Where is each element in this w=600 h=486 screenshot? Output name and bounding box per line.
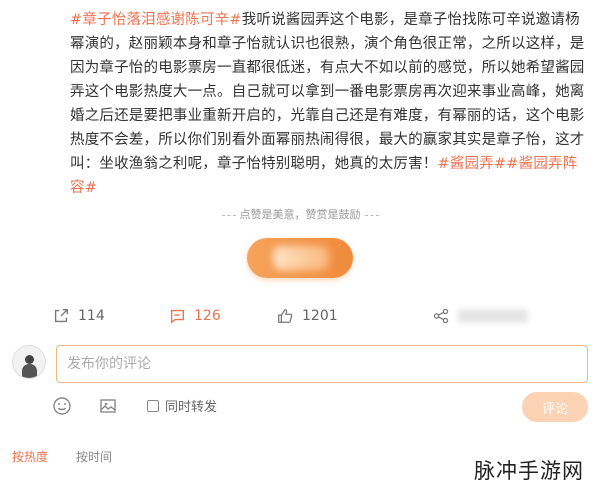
comment-button[interactable]: 126: [168, 303, 221, 329]
sort-by-hot-tab[interactable]: 按热度: [12, 448, 48, 465]
watermark: 脉冲手游网: [474, 459, 584, 483]
reward-note-text: 点赞是美意，赞赏是鼓励: [239, 208, 361, 221]
comment-sort: 按热度 按时间: [12, 448, 140, 465]
post-text: 我听说酱园弄这个电影，是章子怡找陈可辛说邀请杨幂演的，赵丽颖本身和章子怡就认识也…: [70, 12, 585, 172]
more-share-button[interactable]: [432, 303, 528, 329]
comment-input[interactable]: [56, 345, 588, 383]
emoji-button[interactable]: [52, 396, 72, 416]
image-icon: [100, 399, 116, 413]
divider-left: [221, 214, 236, 216]
also-repost-checkbox[interactable]: [147, 399, 159, 412]
avatar[interactable]: [12, 345, 46, 379]
smiley-icon: [53, 397, 71, 415]
comment-count: 126: [194, 308, 221, 324]
sort-by-time-tab[interactable]: 按时间: [76, 448, 112, 465]
share-nodes-icon: [433, 308, 449, 324]
image-button[interactable]: [98, 396, 118, 416]
comment-icon: [170, 309, 184, 324]
thumbs-up-icon: [278, 309, 293, 323]
also-repost-option[interactable]: 同时转发: [147, 396, 217, 415]
avatar-body: [22, 364, 37, 378]
share-count: 114: [78, 308, 105, 324]
reward-button[interactable]: [247, 238, 353, 278]
blurred-text: [458, 309, 528, 323]
like-count: 1201: [302, 308, 338, 324]
share-icon: [54, 309, 68, 323]
comment-tools: 同时转发: [0, 396, 600, 420]
avatar-head: [25, 355, 34, 364]
submit-comment-button[interactable]: 评论: [522, 392, 588, 422]
like-button[interactable]: 1201: [276, 303, 338, 329]
hashtag-link[interactable]: #章子怡落泪感谢陈可辛#: [70, 12, 242, 28]
action-bar: 114 126 1201: [0, 303, 600, 329]
reward-button-label-blurred: [273, 246, 329, 270]
post-content: #章子怡落泪感谢陈可辛#我听说酱园弄这个电影，是章子怡找陈可辛说邀请杨幂演的，赵…: [70, 8, 590, 200]
divider-right: [364, 214, 379, 216]
reward-note: 点赞是美意，赞赏是鼓励: [0, 206, 600, 222]
also-repost-label: 同时转发: [165, 400, 218, 415]
share-button[interactable]: 114: [52, 303, 105, 329]
